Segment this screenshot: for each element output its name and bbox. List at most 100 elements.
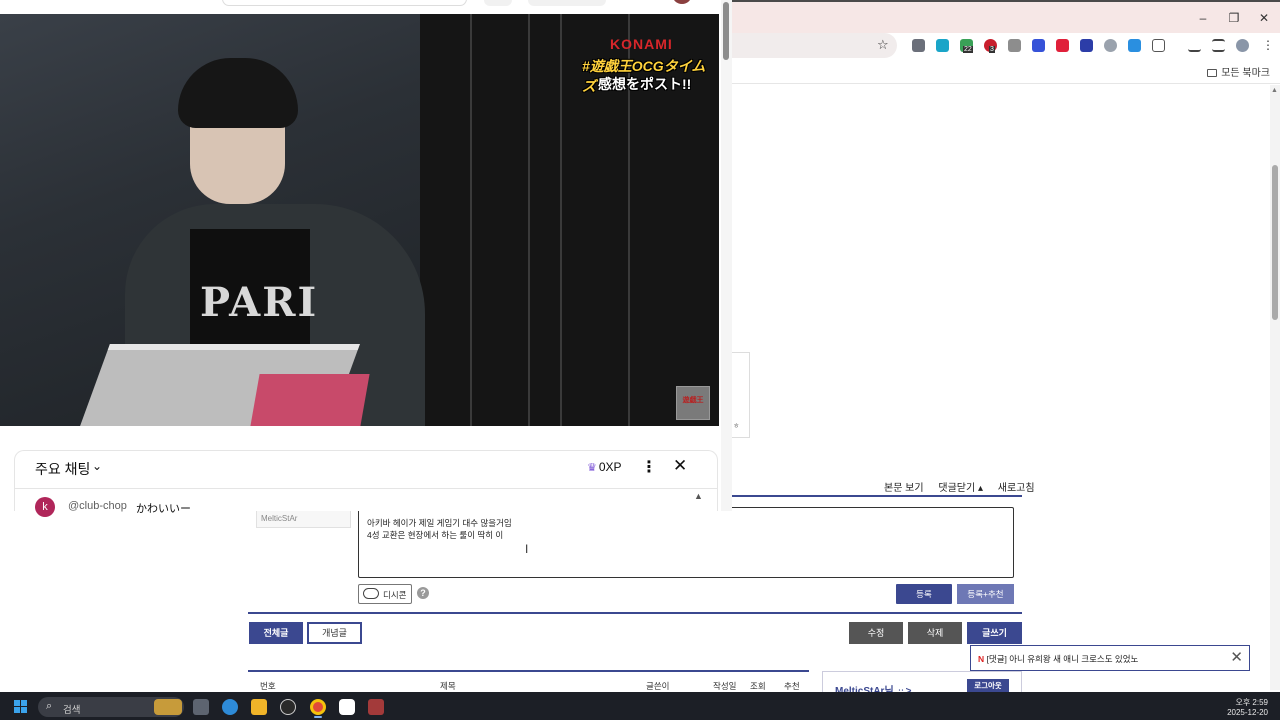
book-cover bbox=[250, 374, 370, 426]
search-icon: ⌕ bbox=[46, 700, 53, 712]
line-messenger-icon[interactable] bbox=[339, 699, 355, 715]
popup-scroll-thumb[interactable] bbox=[723, 2, 729, 60]
post-table-header: 번호 제목 글쓴이 작성일 조회 추천 bbox=[248, 680, 809, 692]
youtube-topbar bbox=[0, 0, 732, 14]
taskbar-date[interactable]: 2025-12-20 bbox=[1222, 708, 1268, 717]
bookmark-star-icon[interactable]: ☆ bbox=[877, 37, 889, 53]
write-button[interactable]: 글쓰기 bbox=[967, 622, 1022, 644]
register-button[interactable]: 등록 bbox=[896, 584, 952, 604]
extension-icon[interactable] bbox=[1104, 39, 1117, 52]
extension-icon[interactable] bbox=[1032, 39, 1045, 52]
taskbar bbox=[0, 692, 1280, 720]
copilot-icon[interactable] bbox=[222, 699, 238, 715]
windows-start-icon[interactable] bbox=[14, 700, 28, 714]
view-post-link[interactable]: 본문 보기 bbox=[884, 483, 924, 494]
close-icon[interactable]: ✕ bbox=[1230, 649, 1243, 666]
post-prompt-overlay: 感想をポスト!! bbox=[598, 76, 692, 92]
column-views: 조회 bbox=[750, 681, 766, 691]
taskbar-time[interactable]: 오후 2:59 bbox=[1234, 697, 1268, 708]
active-app-indicator bbox=[314, 716, 322, 718]
board-divider bbox=[248, 612, 1022, 614]
column-number: 번호 bbox=[260, 681, 276, 691]
help-icon[interactable]: ? bbox=[417, 587, 429, 599]
extension-badge: 22 bbox=[963, 46, 973, 53]
minimize-button[interactable]: – bbox=[1188, 9, 1218, 27]
new-badge: N bbox=[978, 654, 985, 664]
youtube-popup-window: PARI KONAMI #遊戯王OCGタイムズ 感想をポスト!! 遊戯王 주요 … bbox=[0, 0, 732, 517]
browser-menu-icon[interactable]: ⋮ bbox=[1262, 38, 1274, 52]
refresh-comments-link[interactable]: 새로고침 bbox=[998, 483, 1035, 494]
all-bookmarks-folder[interactable]: 모든 북마크 bbox=[1207, 64, 1270, 79]
youtube-mic-button[interactable] bbox=[484, 0, 512, 6]
notification-toast[interactable]: N [댓글] 아니 유희왕 새 애니 크로스도 있었노 ✕ bbox=[970, 645, 1250, 671]
avatar[interactable]: k bbox=[35, 497, 55, 517]
bookmarks-bar: 모든 북마크 bbox=[732, 60, 1280, 84]
extension-icon[interactable] bbox=[936, 39, 949, 52]
logout-button[interactable]: 로그아웃 bbox=[967, 679, 1009, 693]
extension-icon[interactable] bbox=[912, 39, 925, 52]
crown-icon: ♛ bbox=[587, 462, 597, 474]
all-bookmarks-label: 모든 북마크 bbox=[1221, 68, 1270, 79]
notification-text[interactable]: [댓글] 아니 유희왕 새 애니 크로스도 있었노 bbox=[987, 654, 1139, 664]
file-explorer-icon[interactable] bbox=[251, 699, 267, 715]
extensions-puzzle-icon[interactable] bbox=[1152, 39, 1165, 52]
folder-icon bbox=[1207, 69, 1218, 77]
youtube-create-button[interactable] bbox=[528, 0, 606, 6]
background-browser-titlebar: – ❐ ✕ bbox=[732, 0, 1280, 33]
comment-divider bbox=[732, 495, 1022, 497]
truss-decoration bbox=[470, 14, 530, 426]
author-nickname-field: MelticStAr bbox=[256, 510, 351, 528]
edit-button[interactable]: 수정 bbox=[849, 622, 903, 644]
taskbar-search-placeholder: 검색 bbox=[63, 705, 81, 716]
video-player[interactable]: PARI KONAMI #遊戯王OCGタイムズ 感想をポスト!! 遊戯王 bbox=[0, 14, 719, 426]
avatar[interactable] bbox=[672, 0, 692, 4]
text-cursor-icon: I bbox=[525, 542, 529, 556]
profile-avatar[interactable] bbox=[1236, 39, 1249, 52]
more-options-icon[interactable]: ⋮ bbox=[641, 457, 657, 477]
column-title: 제목 bbox=[440, 681, 456, 691]
task-view-icon[interactable] bbox=[193, 699, 209, 715]
downloads-icon[interactable] bbox=[1188, 39, 1201, 52]
register-recommend-button[interactable]: 등록+추천 bbox=[957, 584, 1014, 604]
yugioh-corner-logo: 遊戯王 bbox=[676, 386, 710, 420]
table-divider bbox=[248, 670, 809, 672]
extension-icon[interactable] bbox=[1008, 39, 1021, 52]
chat-mode-title[interactable]: 주요 채팅 bbox=[35, 459, 90, 479]
concept-posts-button[interactable]: 개념글 bbox=[307, 622, 362, 644]
youtube-search-box[interactable] bbox=[222, 0, 467, 6]
comment-toolbar: 본문 보기 댓글닫기 ▴ 새로고침 bbox=[884, 479, 1047, 494]
chat-author-name[interactable]: @club-chop bbox=[68, 500, 127, 512]
close-chat-icon[interactable]: ✕ bbox=[673, 456, 687, 476]
delete-button[interactable]: 삭제 bbox=[908, 622, 962, 644]
game-app-icon[interactable] bbox=[368, 699, 384, 715]
download-extension-icon[interactable] bbox=[1128, 39, 1141, 52]
xp-value: 0XP bbox=[598, 460, 622, 474]
restore-button[interactable]: ❐ bbox=[1219, 9, 1249, 27]
close-comments-link[interactable]: 댓글닫기 ▴ bbox=[938, 483, 983, 494]
extension-icon[interactable] bbox=[1056, 39, 1069, 52]
search-highlight-image bbox=[154, 699, 182, 715]
chat-message-text: かわいいー bbox=[136, 503, 191, 515]
extension-icon[interactable] bbox=[1080, 39, 1093, 52]
close-window-button[interactable]: ✕ bbox=[1249, 9, 1279, 27]
konami-logo: KONAMI bbox=[610, 36, 673, 52]
chrome-icon[interactable] bbox=[310, 699, 326, 715]
xp-badge[interactable]: ♛ 0XP bbox=[587, 460, 622, 474]
column-author: 글쓴이 bbox=[646, 681, 670, 691]
address-bar[interactable] bbox=[732, 33, 897, 58]
chevron-down-icon[interactable]: ⌄ bbox=[92, 459, 102, 473]
extension-badge: 3 bbox=[989, 46, 995, 53]
app-icon[interactable] bbox=[280, 699, 296, 715]
chat-scroll-up-icon[interactable]: ▲ bbox=[694, 491, 703, 501]
dccon-label: 디시콘 bbox=[383, 590, 407, 600]
column-date: 작성일 bbox=[713, 681, 737, 691]
scroll-up-arrow-icon[interactable]: ▲ bbox=[1271, 87, 1278, 94]
all-posts-button[interactable]: 전체글 bbox=[249, 622, 303, 644]
column-recommend: 추천 bbox=[784, 681, 800, 691]
reading-list-icon[interactable] bbox=[1212, 39, 1225, 52]
page-scroll-thumb[interactable] bbox=[1272, 165, 1278, 320]
shirt-print: PARI bbox=[200, 279, 319, 326]
side-panel-text: ㅎ bbox=[733, 423, 740, 430]
comment-textarea[interactable]: 아키바 헤이가 제일 게임기 대수 많을거임 4성 교환은 현장에서 하는 룰이… bbox=[358, 507, 1014, 578]
popup-scrollbar[interactable] bbox=[721, 0, 732, 511]
